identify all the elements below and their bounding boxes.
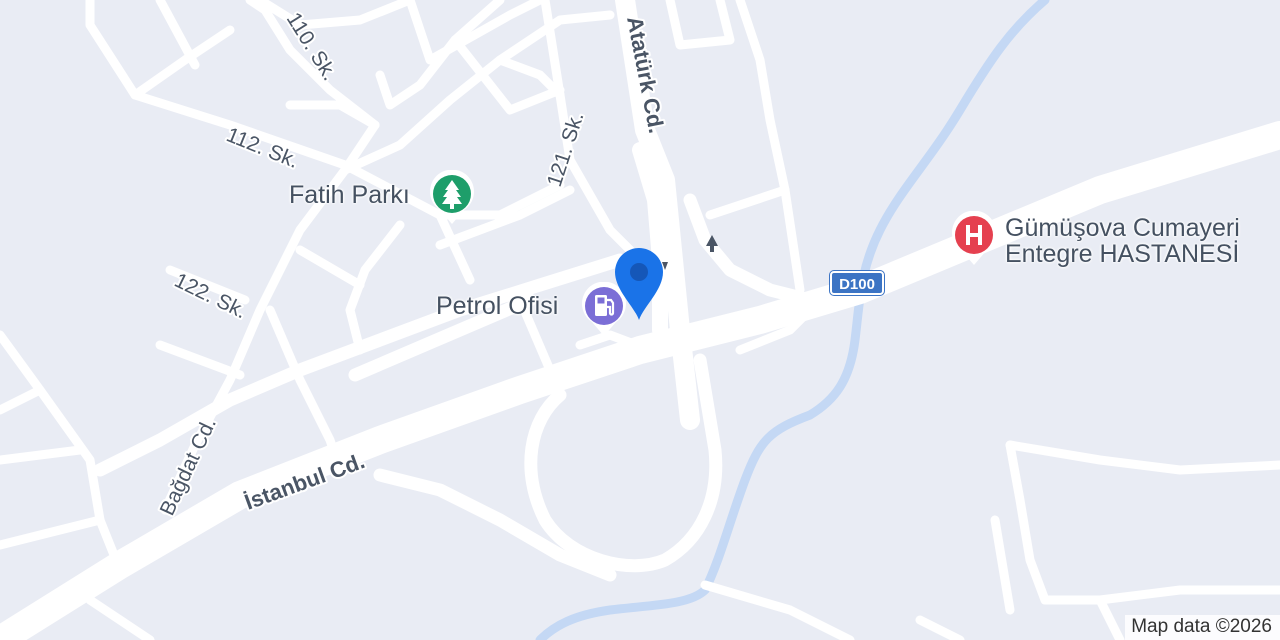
location-pin[interactable] <box>612 244 666 329</box>
poi-label-hospital: Gümüşova Cumayeri Entegre HASTANESİ <box>1005 215 1240 267</box>
map-canvas[interactable]: 110. Sk. 112. Sk. 121. Sk. 122. Sk. Atat… <box>0 0 1280 640</box>
poi-fatih-parki[interactable] <box>428 169 476 231</box>
poi-label-petrol-ofisi: Petrol Ofisi <box>436 292 559 320</box>
poi-label-hospital-line2: Entegre HASTANESİ <box>1005 240 1240 268</box>
tree-icon <box>430 169 474 224</box>
road-label-112-sk: 112. Sk. <box>223 123 302 173</box>
poi-label-hospital-line1: Gümüşova Cumayeri <box>1005 214 1240 242</box>
poi-hospital[interactable] <box>950 210 998 272</box>
location-pin-icon <box>615 248 663 320</box>
road-label-122-sk: 122. Sk. <box>171 269 250 323</box>
map-attribution[interactable]: Map data ©2026 <box>1125 615 1280 640</box>
poi-label-fatih-parki: Fatih Parkı <box>289 181 410 209</box>
highway-shield-d100: D100 <box>830 271 884 295</box>
hospital-icon <box>952 210 996 265</box>
